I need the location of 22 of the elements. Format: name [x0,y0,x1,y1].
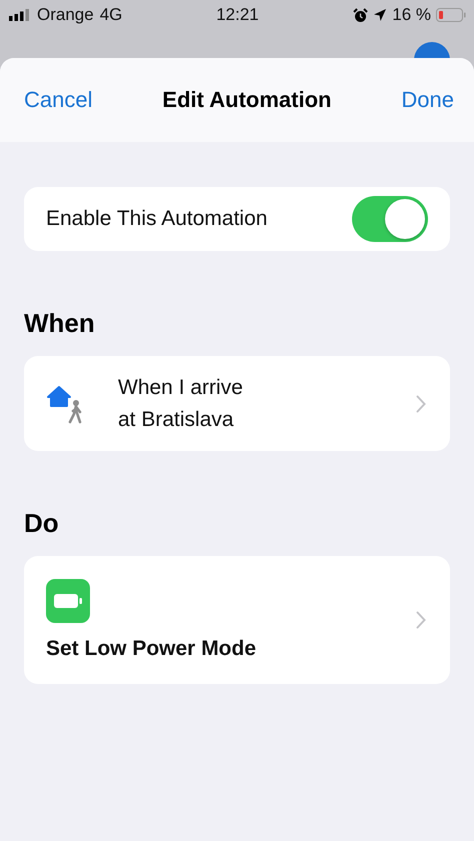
cancel-button[interactable]: Cancel [24,87,92,113]
list-row[interactable]: When I arrive at Bratislava [24,356,450,451]
chevron-right-icon [416,611,426,629]
location-arrow-icon [373,8,388,22]
trigger-description: When I arrive at Bratislava [118,374,243,432]
screen-title: Edit Automation [162,87,332,113]
clock-time: 12:21 [216,5,259,25]
signal-icon [9,9,31,21]
setting-label: Enable This Automation [46,207,268,231]
list-row[interactable]: Set Low Power Mode [24,556,450,684]
chevron-right-icon [416,394,426,412]
section-heading: When [24,308,96,339]
carrier-name: Orange [37,5,94,25]
toggle-switch[interactable] [352,196,428,242]
battery-icon [436,8,466,22]
action-title: Set Low Power Mode [46,637,256,661]
battery-icon [46,579,90,623]
battery-percentage: 16 % [392,5,431,25]
network-type: 4G [100,5,122,25]
alarm-clock-icon [353,8,368,22]
done-button[interactable]: Done [401,87,454,113]
section-heading: Do [24,508,60,539]
